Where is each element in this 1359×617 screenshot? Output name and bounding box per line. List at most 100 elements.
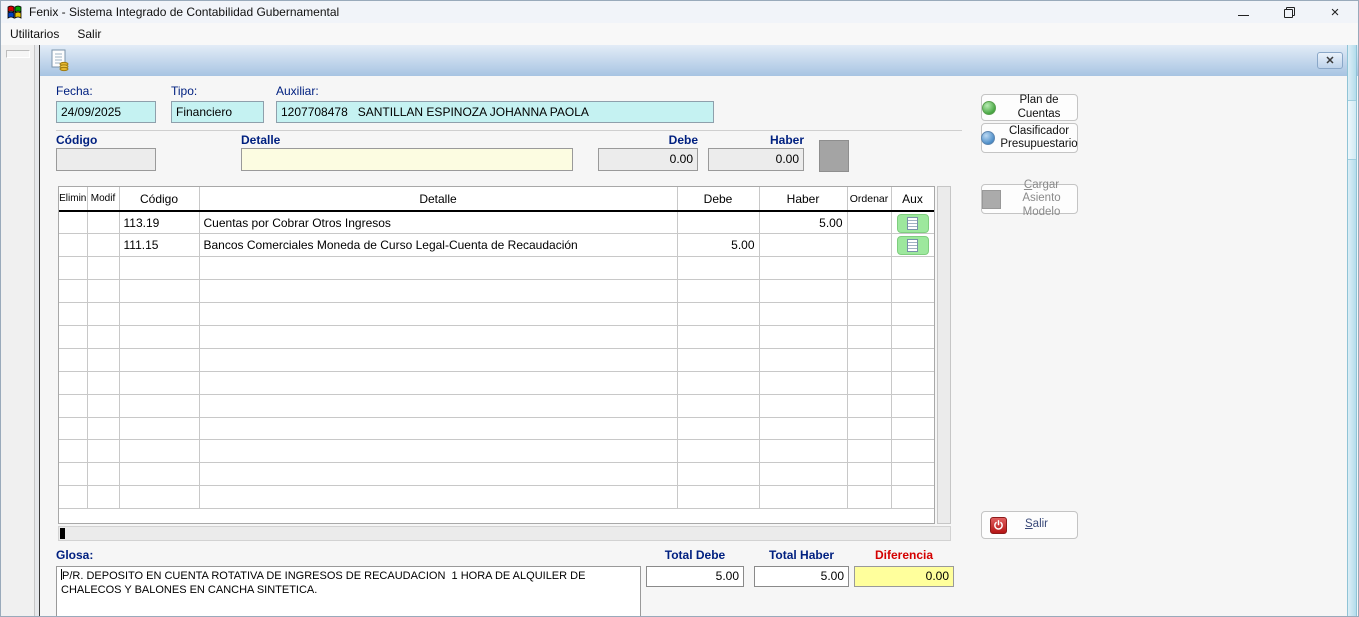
- menu-salir[interactable]: Salir: [68, 23, 110, 45]
- cell[interactable]: [59, 234, 87, 257]
- cell[interactable]: [847, 303, 891, 326]
- cell[interactable]: [199, 348, 677, 371]
- cell[interactable]: Bancos Comerciales Moneda de Curso Legal…: [199, 234, 677, 257]
- cell[interactable]: [87, 394, 119, 417]
- cell[interactable]: [847, 394, 891, 417]
- aux-button[interactable]: [897, 214, 929, 233]
- cell[interactable]: [59, 257, 87, 280]
- cell[interactable]: [199, 486, 677, 509]
- cell[interactable]: [119, 486, 199, 509]
- cell[interactable]: [677, 303, 759, 326]
- cell[interactable]: [677, 440, 759, 463]
- table-row[interactable]: [59, 440, 934, 463]
- table-row[interactable]: [59, 348, 934, 371]
- cell[interactable]: [87, 371, 119, 394]
- clasificador-presupuestario-button[interactable]: ClasificadorPresupuestario: [981, 123, 1078, 153]
- cell[interactable]: [199, 417, 677, 440]
- cell[interactable]: [847, 257, 891, 280]
- cell-aux[interactable]: [891, 211, 934, 234]
- grid-vertical-scrollbar[interactable]: [937, 186, 951, 524]
- cell[interactable]: [59, 211, 87, 234]
- cell[interactable]: [199, 325, 677, 348]
- cell[interactable]: [119, 417, 199, 440]
- cell[interactable]: [677, 371, 759, 394]
- cell[interactable]: [59, 371, 87, 394]
- cell[interactable]: [847, 280, 891, 303]
- table-row[interactable]: [59, 486, 934, 509]
- cell[interactable]: [677, 417, 759, 440]
- cell[interactable]: [87, 486, 119, 509]
- debe-input[interactable]: 0.00: [598, 148, 698, 171]
- cell[interactable]: [199, 463, 677, 486]
- cell[interactable]: [759, 257, 847, 280]
- aux-button[interactable]: [897, 236, 929, 255]
- cell[interactable]: [759, 440, 847, 463]
- cell[interactable]: [119, 257, 199, 280]
- cell[interactable]: [119, 348, 199, 371]
- cell[interactable]: [119, 303, 199, 326]
- add-entry-button[interactable]: [819, 140, 849, 172]
- cell[interactable]: [87, 303, 119, 326]
- cell[interactable]: [759, 234, 847, 257]
- codigo-input[interactable]: [56, 148, 156, 171]
- cell[interactable]: [759, 417, 847, 440]
- haber-input[interactable]: 0.00: [708, 148, 804, 171]
- cell[interactable]: [847, 234, 891, 257]
- cell[interactable]: [759, 394, 847, 417]
- glosa-textarea[interactable]: P/R. DEPOSITO EN CUENTA ROTATIVA DE INGR…: [56, 566, 641, 616]
- cell[interactable]: [677, 486, 759, 509]
- cell[interactable]: [59, 325, 87, 348]
- cell[interactable]: [199, 440, 677, 463]
- cell[interactable]: [119, 371, 199, 394]
- cell[interactable]: [199, 280, 677, 303]
- cell[interactable]: [847, 463, 891, 486]
- auxiliar-input[interactable]: 1207708478 SANTILLAN ESPINOZA JOHANNA PA…: [276, 101, 714, 123]
- form-scrollbar-thumb[interactable]: [1348, 100, 1356, 160]
- cell[interactable]: [87, 211, 119, 234]
- cell[interactable]: [677, 325, 759, 348]
- cell[interactable]: [59, 303, 87, 326]
- detalle-input[interactable]: [241, 148, 573, 171]
- menu-utilitarios[interactable]: Utilitarios: [1, 23, 68, 45]
- fecha-input[interactable]: 24/09/2025: [56, 101, 156, 123]
- table-row[interactable]: [59, 417, 934, 440]
- table-row[interactable]: [59, 325, 934, 348]
- cell[interactable]: [87, 417, 119, 440]
- cell[interactable]: [119, 325, 199, 348]
- cell[interactable]: [119, 440, 199, 463]
- table-row[interactable]: [59, 463, 934, 486]
- cell[interactable]: [677, 211, 759, 234]
- cell[interactable]: [759, 486, 847, 509]
- table-row[interactable]: [59, 394, 934, 417]
- cell[interactable]: [677, 257, 759, 280]
- cell[interactable]: [677, 348, 759, 371]
- restore-button[interactable]: [1266, 1, 1312, 23]
- table-row[interactable]: [59, 280, 934, 303]
- cell[interactable]: [119, 463, 199, 486]
- cell[interactable]: [87, 257, 119, 280]
- form-close-button[interactable]: ✕: [1317, 52, 1343, 69]
- cell[interactable]: [847, 348, 891, 371]
- cell[interactable]: [759, 463, 847, 486]
- cell[interactable]: [59, 486, 87, 509]
- minimize-button[interactable]: [1220, 1, 1266, 23]
- cell[interactable]: [87, 234, 119, 257]
- cell[interactable]: [199, 303, 677, 326]
- cell[interactable]: [119, 394, 199, 417]
- cell[interactable]: [59, 463, 87, 486]
- cell[interactable]: 5.00: [759, 211, 847, 234]
- cell[interactable]: [759, 325, 847, 348]
- cell[interactable]: 113.19: [119, 211, 199, 234]
- table-row[interactable]: [59, 303, 934, 326]
- close-button[interactable]: ×: [1312, 1, 1358, 23]
- cell[interactable]: [87, 348, 119, 371]
- cell[interactable]: 111.15: [119, 234, 199, 257]
- cargar-asiento-modelo-button[interactable]: Cargar AsientoModelo: [981, 184, 1078, 214]
- cell[interactable]: [677, 463, 759, 486]
- table-row[interactable]: [59, 257, 934, 280]
- cell[interactable]: [847, 417, 891, 440]
- table-row[interactable]: 113.19Cuentas por Cobrar Otros Ingresos5…: [59, 211, 934, 234]
- cell[interactable]: 5.00: [677, 234, 759, 257]
- cell[interactable]: [87, 440, 119, 463]
- cell[interactable]: [59, 417, 87, 440]
